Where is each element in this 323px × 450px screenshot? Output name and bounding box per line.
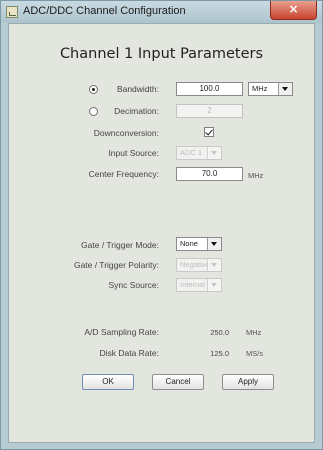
window-title: ADC/DDC Channel Configuration bbox=[23, 5, 186, 17]
ad-sampling-rate-label: A/D Sampling Rate: bbox=[84, 327, 159, 337]
gate-trigger-mode-dropdown-button[interactable] bbox=[207, 238, 221, 250]
decimation-label: Decimation: bbox=[114, 106, 159, 116]
dialog-window: ADC/DDC Channel Configuration × Channel … bbox=[0, 0, 323, 450]
gate-trigger-polarity-dropdown-button[interactable] bbox=[207, 259, 221, 271]
bandwidth-label: Bandwidth: bbox=[116, 84, 159, 94]
apply-button[interactable]: Apply bbox=[222, 374, 274, 390]
input-source-label: Input Source: bbox=[108, 148, 159, 158]
bandwidth-unit-value: MHz bbox=[252, 84, 268, 93]
gate-trigger-polarity-value: Negative bbox=[180, 260, 210, 269]
chevron-down-icon bbox=[211, 151, 217, 155]
gate-trigger-polarity-select[interactable]: Negative bbox=[176, 258, 222, 272]
chevron-down-icon bbox=[211, 242, 217, 246]
bandwidth-unit-select[interactable]: MHz bbox=[248, 82, 293, 96]
downconversion-label: Downconversion: bbox=[93, 128, 159, 138]
disk-data-rate-value: 125.0 bbox=[210, 349, 229, 358]
bandwidth-input[interactable]: 100.0 bbox=[176, 82, 243, 96]
chevron-down-icon bbox=[211, 283, 217, 287]
decimation-input[interactable]: 2 bbox=[176, 104, 243, 118]
chevron-down-icon bbox=[211, 263, 217, 267]
page-title: Channel 1 Input Parameters bbox=[59, 46, 264, 62]
downconversion-checkbox[interactable] bbox=[204, 127, 214, 137]
sync-source-label: Sync Source: bbox=[108, 280, 159, 290]
gate-trigger-mode-select[interactable]: None bbox=[176, 237, 222, 251]
input-source-dropdown-button[interactable] bbox=[207, 147, 221, 159]
title-bar[interactable]: ADC/DDC Channel Configuration × bbox=[1, 1, 322, 23]
sync-source-select[interactable]: Internal bbox=[176, 278, 222, 292]
center-frequency-input[interactable]: 70.0 bbox=[176, 167, 243, 181]
chevron-down-icon bbox=[282, 87, 288, 91]
bandwidth-unit-dropdown-button[interactable] bbox=[278, 83, 292, 95]
ad-sampling-rate-unit: MHz bbox=[246, 328, 262, 337]
app-window-icon bbox=[6, 6, 18, 18]
disk-data-rate-label: Disk Data Rate: bbox=[99, 348, 159, 358]
input-source-value: ADC 1 bbox=[180, 148, 203, 157]
dialog-content: Channel 1 Input Parameters Bandwidth: 10… bbox=[8, 23, 315, 443]
gate-trigger-mode-label: Gate / Trigger Mode: bbox=[81, 240, 159, 250]
gate-trigger-polarity-label: Gate / Trigger Polarity: bbox=[73, 260, 159, 270]
sync-source-dropdown-button[interactable] bbox=[207, 279, 221, 291]
input-source-select[interactable]: ADC 1 bbox=[176, 146, 222, 160]
ad-sampling-rate-value: 250.0 bbox=[210, 328, 229, 337]
sync-source-value: Internal bbox=[180, 280, 206, 289]
center-frequency-unit: MHz bbox=[248, 171, 264, 180]
close-button[interactable]: × bbox=[270, 1, 317, 20]
center-frequency-label: Center Frequency: bbox=[88, 169, 159, 179]
gate-trigger-mode-value: None bbox=[180, 239, 198, 248]
cancel-button[interactable]: Cancel bbox=[152, 374, 204, 390]
ok-button[interactable]: OK bbox=[82, 374, 134, 390]
disk-data-rate-unit: MS/s bbox=[246, 349, 264, 358]
